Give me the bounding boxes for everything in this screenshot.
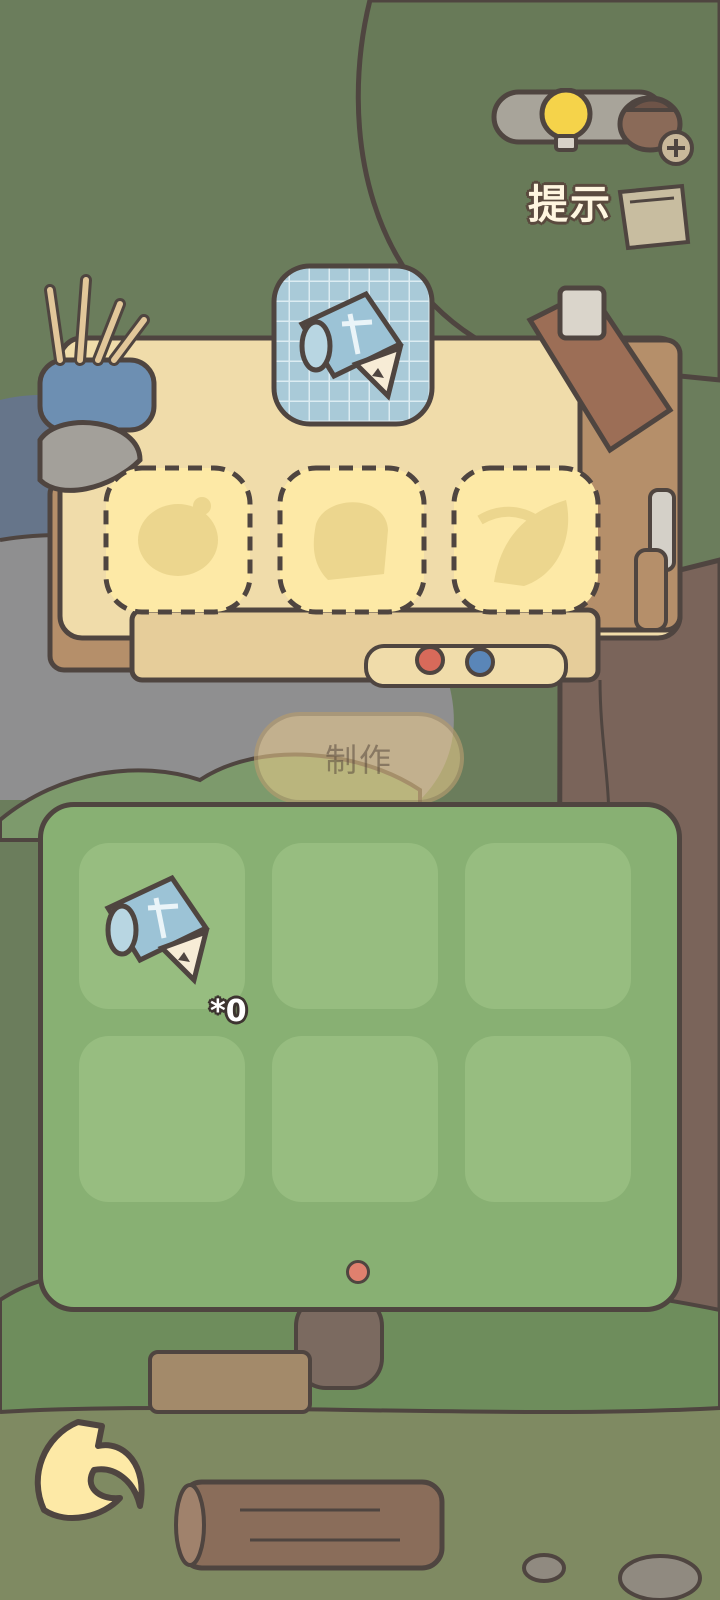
ingredient-slot-3[interactable] <box>450 464 602 616</box>
craft-button-label: 制作 <box>324 741 393 779</box>
back-arrow-icon[interactable] <box>24 1416 148 1526</box>
inventory-slot-5[interactable] <box>272 1036 438 1202</box>
inventory-slot-3[interactable] <box>465 843 631 1009</box>
inventory-slot-6[interactable] <box>465 1036 631 1202</box>
ingredient-slot-1[interactable] <box>102 464 254 616</box>
ingredient-slot-2[interactable] <box>276 464 428 616</box>
item-count: *0 <box>210 994 247 1029</box>
brush-cup-icon <box>37 274 157 493</box>
inventory-slot-4[interactable] <box>79 1036 245 1202</box>
plus-icon[interactable] <box>656 128 696 168</box>
page-indicator-dot[interactable] <box>346 1260 370 1284</box>
hint-book-icon <box>617 183 691 251</box>
bread-silhouette-icon <box>313 502 388 580</box>
blueprint-scroll-icon <box>298 290 404 401</box>
craft-button[interactable]: 制作 <box>254 712 464 804</box>
inventory-slot-2[interactable] <box>272 843 438 1009</box>
blueprint-scroll-icon <box>104 874 210 985</box>
